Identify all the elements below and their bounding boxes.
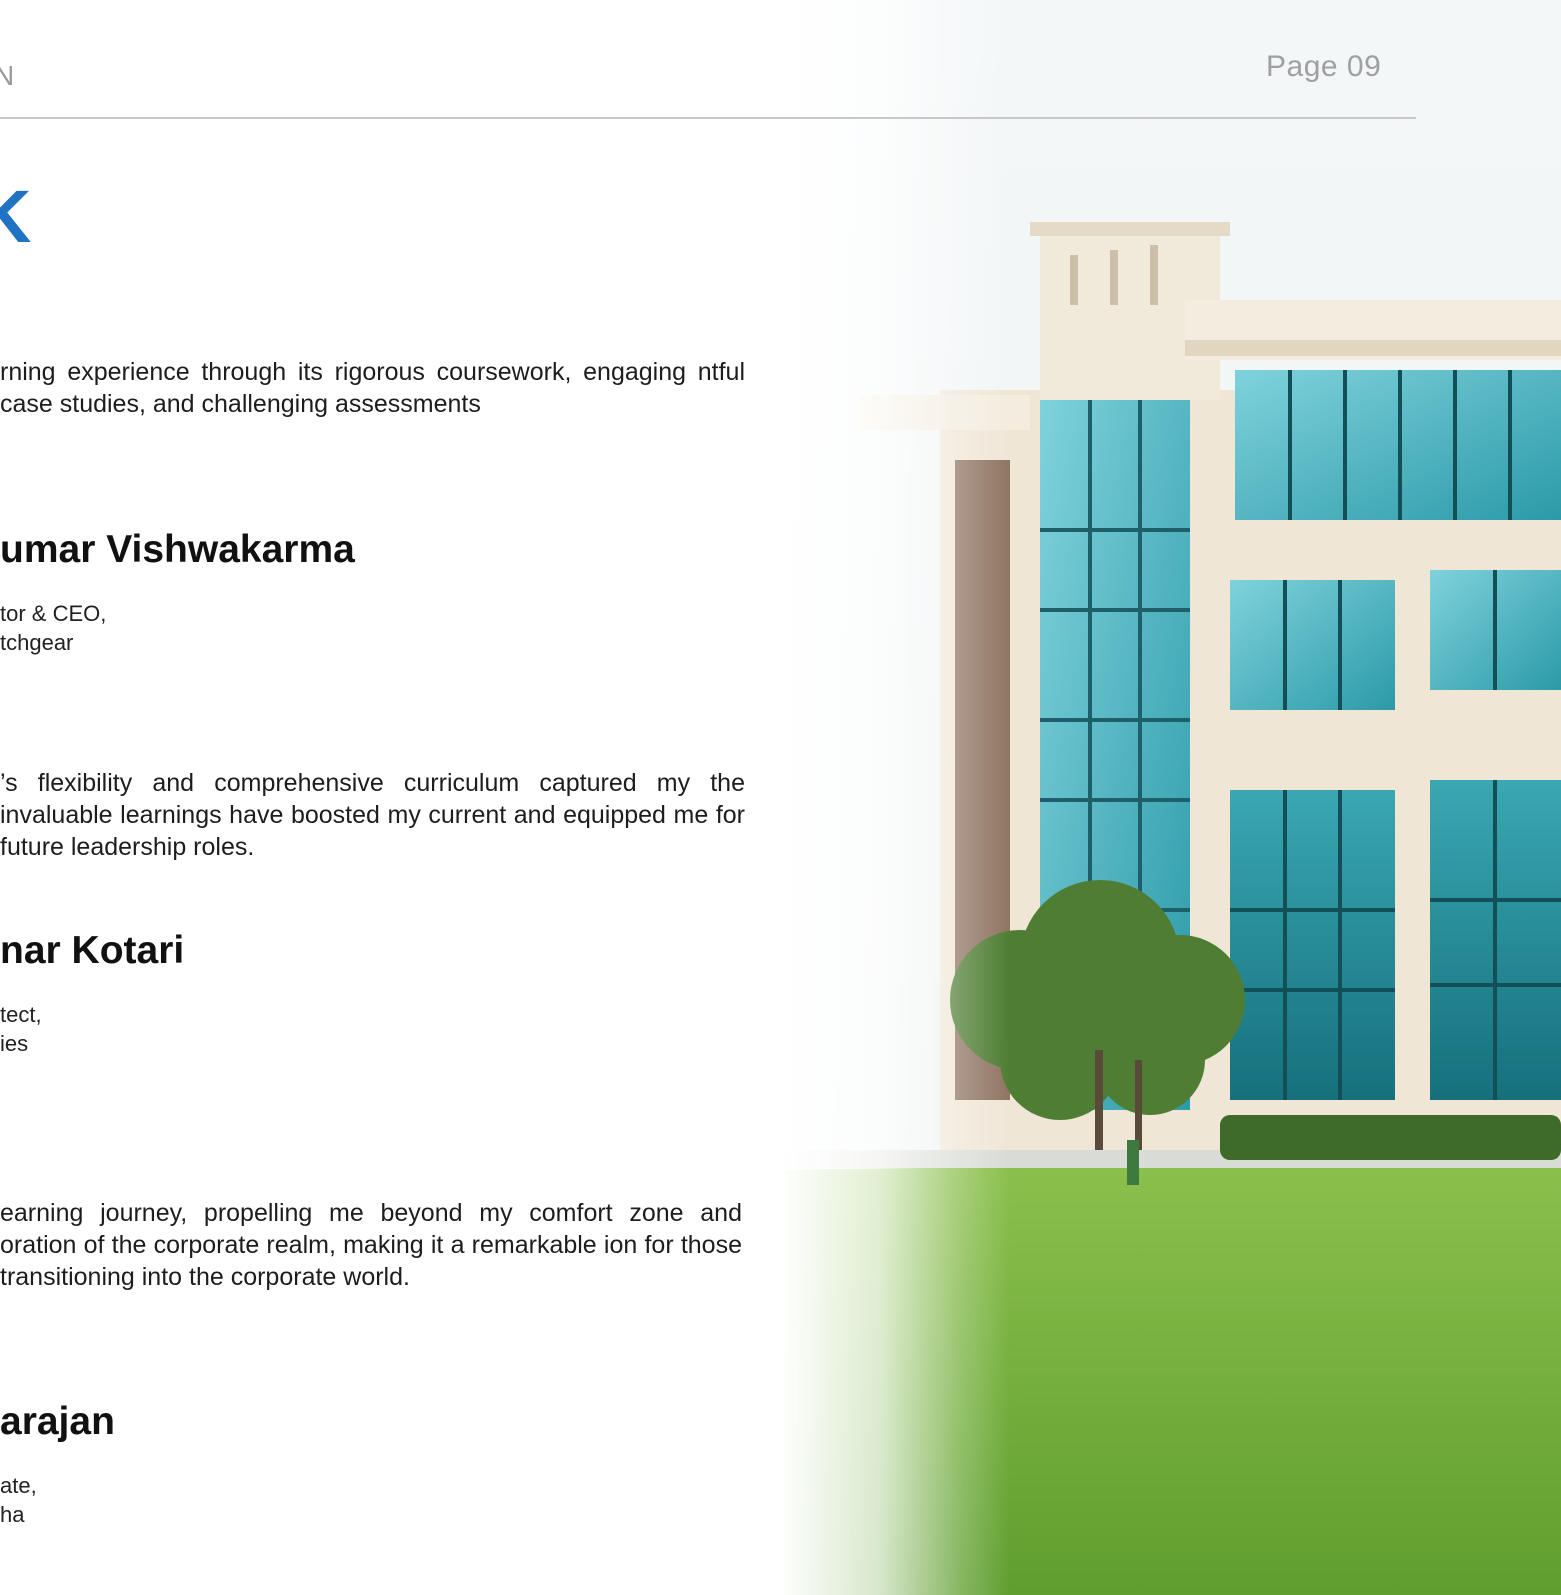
testimonial-role: ate, — [0, 1473, 37, 1498]
testimonial-name: arajan — [0, 1400, 115, 1443]
testimonial-name: nar Kotari — [0, 929, 185, 972]
testimonial-company: tchgear — [0, 630, 74, 655]
testimonial-quote: rning experience through its rigorous co… — [0, 358, 745, 418]
testimonial-role: tor & CEO, — [0, 601, 107, 626]
testimonial-company: ha — [0, 1502, 25, 1527]
testimonial-quote: ’s flexibility and comprehensive curricu… — [0, 769, 745, 861]
testimonial-name: umar Vishwakarma — [0, 528, 355, 571]
testimonial-company: ies — [0, 1031, 29, 1056]
header-divider — [0, 117, 1416, 119]
section-heading: K — [0, 175, 32, 258]
header-title-fragment: N — [0, 60, 16, 91]
brochure-page: N Page 09 K rning experience through its… — [0, 0, 1561, 1595]
testimonial-quote: earning journey, propelling me beyond my… — [0, 1199, 742, 1291]
testimonial-role: tect, — [0, 1002, 42, 1027]
page-number: Page 09 — [1266, 50, 1382, 83]
